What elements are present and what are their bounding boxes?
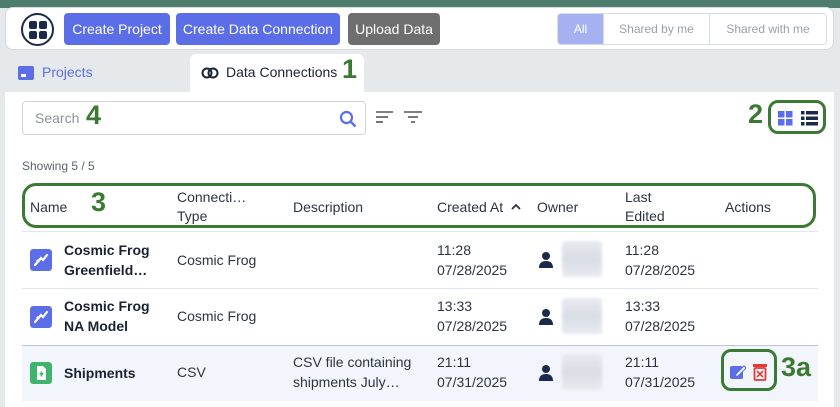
col-last-edited-line2: Edited bbox=[625, 208, 665, 224]
table-row[interactable]: Cosmic Frog NA Model Cosmic Frog 13:33 0… bbox=[22, 288, 818, 345]
search-icon[interactable] bbox=[339, 110, 357, 128]
delete-icon[interactable] bbox=[752, 363, 768, 381]
create-project-button[interactable]: Create Project bbox=[64, 13, 170, 45]
row-type: Cosmic Frog bbox=[177, 308, 257, 324]
tab-projects[interactable]: Projects bbox=[5, 54, 181, 92]
annotation-4: 4 bbox=[86, 100, 102, 130]
row-created-time: 13:33 bbox=[437, 298, 473, 314]
table-row[interactable]: Shipments CSV CSV file containing shipme… bbox=[22, 345, 818, 401]
top-toolbar: Create Project Create Data Connection Up… bbox=[5, 7, 834, 50]
filter-all[interactable]: All bbox=[558, 14, 604, 44]
user-icon bbox=[539, 309, 553, 325]
sort-icon[interactable] bbox=[376, 110, 394, 124]
row-created-date: 07/28/2025 bbox=[437, 262, 508, 278]
grid-view-icon[interactable] bbox=[778, 111, 793, 126]
row-name-line2[interactable]: Greenfield… bbox=[64, 260, 147, 280]
view-toggle bbox=[768, 100, 826, 134]
col-type-line2: Type bbox=[177, 208, 208, 224]
sharing-filter: All Shared by me Shared with me bbox=[557, 13, 827, 45]
filter-shared-by-me[interactable]: Shared by me bbox=[604, 14, 710, 44]
owner-name-redacted bbox=[562, 354, 602, 390]
col-description[interactable]: Description bbox=[293, 198, 363, 217]
frog-model-icon bbox=[30, 249, 52, 271]
row-created-date: 07/31/2025 bbox=[437, 374, 508, 390]
row-type: CSV bbox=[177, 364, 206, 380]
row-edited-date: 07/28/2025 bbox=[625, 318, 696, 334]
row-created-time: 21:11 bbox=[437, 354, 471, 370]
list-view-icon[interactable] bbox=[801, 111, 818, 126]
frog-model-icon bbox=[30, 306, 52, 328]
row-edited-time: 21:11 bbox=[625, 354, 659, 370]
user-icon bbox=[539, 252, 553, 268]
col-name[interactable]: Name bbox=[30, 198, 67, 217]
row-name-line2[interactable]: NA Model bbox=[64, 316, 128, 336]
table-row[interactable]: Cosmic Frog Greenfield… Cosmic Frog 11:2… bbox=[22, 231, 818, 288]
tab-projects-label: Projects bbox=[42, 64, 93, 80]
col-owner[interactable]: Owner bbox=[537, 198, 578, 217]
annotation-2: 2 bbox=[748, 99, 764, 129]
row-edited-date: 07/31/2025 bbox=[625, 374, 696, 390]
row-name-line1[interactable]: Shipments bbox=[64, 363, 136, 383]
row-created-time: 11:28 bbox=[437, 242, 471, 258]
row-actions bbox=[721, 349, 777, 391]
row-created-date: 07/28/2025 bbox=[437, 318, 508, 334]
upload-data-button[interactable]: Upload Data bbox=[348, 13, 440, 45]
annotation-3a: 3a bbox=[781, 352, 812, 382]
tab-data-connections-label: Data Connections bbox=[226, 64, 338, 80]
tab-data-connections[interactable]: Data Connections 1 bbox=[190, 54, 364, 92]
annotation-1: 1 bbox=[342, 54, 358, 84]
row-name-line1[interactable]: Cosmic Frog bbox=[64, 240, 150, 260]
filter-icon[interactable] bbox=[404, 110, 422, 124]
user-icon bbox=[539, 365, 553, 381]
row-edited-time: 11:28 bbox=[625, 242, 659, 258]
owner-name-redacted bbox=[562, 298, 602, 334]
row-description-line2: shipments July… bbox=[293, 374, 400, 390]
annotation-3: 3 bbox=[91, 187, 107, 217]
owner-name-redacted bbox=[562, 241, 602, 277]
create-data-connection-button[interactable]: Create Data Connection bbox=[176, 13, 340, 45]
search-placeholder: Search bbox=[35, 110, 80, 126]
sort-ascending-icon[interactable] bbox=[511, 203, 521, 210]
row-type: Cosmic Frog bbox=[177, 252, 257, 268]
col-last-edited-line1[interactable]: Last bbox=[625, 188, 651, 207]
filter-shared-with-me[interactable]: Shared with me bbox=[710, 14, 826, 44]
row-description-line1: CSV file containing bbox=[293, 354, 412, 370]
col-actions: Actions bbox=[725, 199, 771, 215]
row-name-line1[interactable]: Cosmic Frog bbox=[64, 296, 150, 316]
table-header: Name 3 Connecti… Type Description Create… bbox=[22, 183, 816, 228]
app-grid-icon[interactable] bbox=[21, 13, 54, 46]
row-edited-time: 13:33 bbox=[625, 298, 661, 314]
col-created-at[interactable]: Created At bbox=[437, 198, 503, 217]
link-rings-icon bbox=[201, 67, 219, 79]
search-input[interactable]: Search bbox=[22, 101, 366, 135]
csv-file-icon bbox=[30, 362, 52, 384]
edit-icon[interactable] bbox=[730, 364, 746, 380]
col-type-line1[interactable]: Connecti… bbox=[177, 188, 246, 207]
row-edited-date: 07/28/2025 bbox=[625, 262, 696, 278]
folder-icon bbox=[18, 66, 34, 80]
result-count: Showing 5 / 5 bbox=[22, 159, 95, 173]
